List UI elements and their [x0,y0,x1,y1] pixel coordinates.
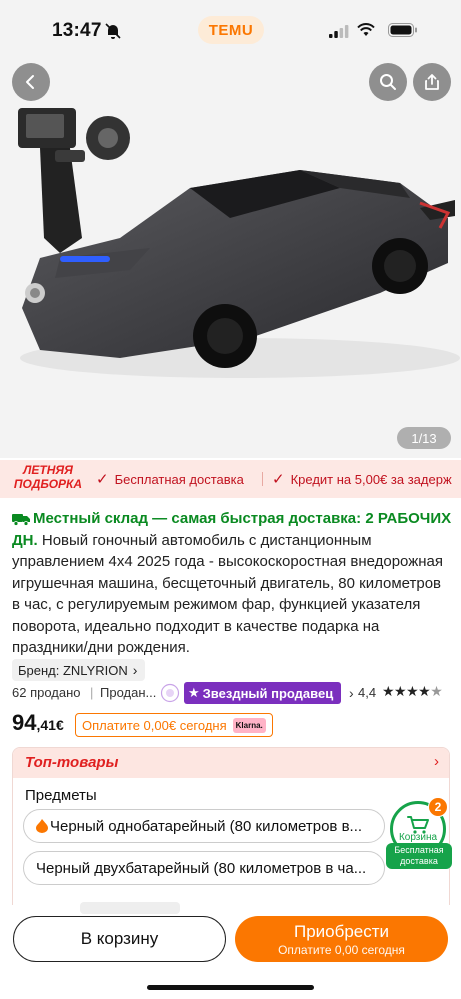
option-double-battery[interactable]: Черный двухбатарейный (80 километров в ч… [23,851,385,885]
fire-icon [36,819,48,833]
chevron-right-icon: › [132,662,138,678]
summer-selection-badge: ЛЕТНЯЯ ПОДБОРКА [13,463,83,491]
rc-car-art [20,170,460,378]
brand-link[interactable]: Бренд: ZNLYRION › [12,659,146,681]
image-counter: 1/13 [397,427,451,449]
cart-floating-badge[interactable]: Корзина 2 Бесплатная доставка [386,797,456,871]
star-icon: ★ [188,685,200,700]
promo-banner[interactable]: ЛЕТНЯЯ ПОДБОРКА ✓ Бесплатная доставка ✓ … [0,460,461,498]
star-seller-badge[interactable]: ★ Звездный продавец [184,682,342,704]
rating-value: 4,4 [358,685,377,700]
check-icon: ✓ [272,471,285,488]
add-to-cart-button[interactable]: В корзину [13,916,226,962]
seller-seal-icon [160,683,180,703]
product-image [18,108,460,378]
pay-later-chip[interactable]: Оплатите 0,00€ сегодня Klarna. [75,713,273,737]
share-button[interactable] [413,63,451,101]
promo-divider [262,472,263,486]
free-shipping-tag: Бесплатная доставка [386,843,452,869]
share-icon [425,74,439,90]
signal-icon [329,25,349,38]
product-stats-row: 62 продано | Продан... ★ Звездный продаве… [12,682,452,704]
options-card: Топ-товары › Предметы Черный однобатарей… [12,747,450,917]
bell-off-icon [105,23,121,39]
divider: | [90,685,94,700]
rating-stars[interactable]: ★★★★★ [382,683,443,700]
chevron-left-icon [26,75,34,89]
product-title: Новый гоночный автомобиль с дистанционны… [12,531,444,657]
option-single-battery[interactable]: Черный однобатарейный (80 километров в..… [23,809,385,843]
temu-logo[interactable]: TEMU [198,16,264,44]
search-icon [380,74,396,90]
buy-now-button[interactable]: Приобрести Оплатите 0,00 сегодня [235,916,448,962]
klarna-logo: Klarna. [232,717,266,733]
peek-chip [80,902,180,914]
back-button[interactable] [12,63,50,101]
remote-controller-art [18,108,130,253]
promo-free-shipping: ✓ Бесплатная доставка [96,471,244,488]
search-button[interactable] [369,63,407,101]
seller-name[interactable]: Продан... [100,685,156,700]
chevron-right-icon: › [434,753,439,770]
wifi-icon [357,23,375,36]
home-indicator[interactable] [147,985,314,990]
status-bar: 13:47 TEMU [0,0,461,62]
price: 94,41€ [12,710,64,735]
product-description: Местный склад — самая быстрая доставка: … [12,508,452,659]
top-products-header[interactable]: Топ-товары › [13,748,449,778]
truck-icon [12,514,30,526]
bottom-action-bar: В корзину Приобрести Оплатите 0,00 сегод… [0,902,461,999]
product-image-gallery[interactable]: 1/13 [0,0,461,458]
check-icon: ✓ [96,471,109,488]
chevron-right-icon[interactable]: › [349,685,354,701]
sold-count: 62 продано [12,685,81,700]
items-label: Предметы [25,787,97,804]
promo-delay-credit: ✓ Кредит на 5,00€ за задерж [272,471,452,488]
cart-count-badge: 2 [428,797,448,817]
status-time: 13:47 [52,20,102,41]
battery-icon [388,23,417,37]
